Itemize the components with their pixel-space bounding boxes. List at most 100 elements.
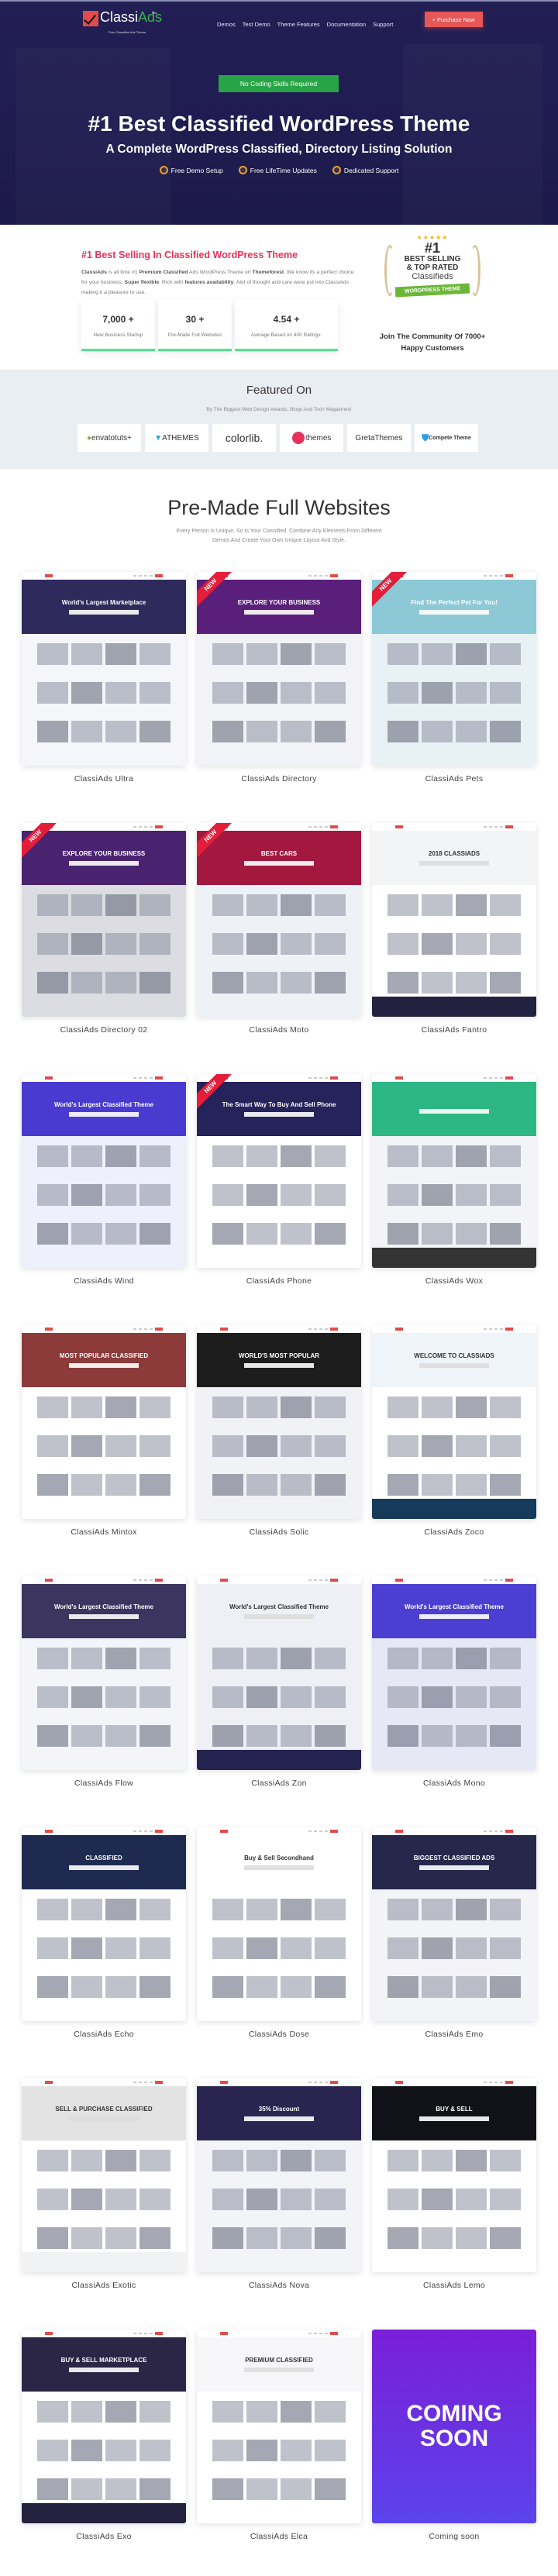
- preview-listing-thumb: [246, 1435, 277, 1457]
- preview-listing-thumb: [422, 682, 453, 704]
- demo-name[interactable]: ClassiAds Exotic: [22, 2281, 186, 2290]
- preview-hero: Find The Perfect Pet For You!: [372, 580, 536, 634]
- demo-name[interactable]: ClassiAds Phone: [197, 1276, 361, 1286]
- preview-listing-thumb: [490, 1976, 521, 1998]
- hero-background-decoration: [16, 48, 170, 226]
- demo-name[interactable]: ClassiAds Elca: [197, 2532, 361, 2541]
- demo-preview-card[interactable]: WORLD'S MOST POPULAR: [197, 1325, 361, 1519]
- demo-preview-card[interactable]: EXPLORE YOUR BUSINESS NEW: [197, 572, 361, 766]
- preview-listing-thumb: [37, 972, 68, 994]
- demo-name[interactable]: ClassiAds Mono: [372, 1779, 536, 1788]
- preview-footer: [372, 1248, 536, 1268]
- purchase-now-button[interactable]: ▪ Purchase Now: [425, 12, 483, 27]
- demo-preview-card[interactable]: COMING SOON: [372, 2330, 536, 2523]
- logo[interactable]: ClassiAds Pro Pure Classified Ads Theme: [83, 9, 162, 34]
- demo-name[interactable]: ClassiAds Lemo: [372, 2281, 536, 2290]
- demo-preview-card[interactable]: The Smart Way To Buy And Sell Phone NEW: [197, 1074, 361, 1268]
- preview-listing-thumb: [281, 2189, 312, 2210]
- demo-name[interactable]: ClassiAds Wind: [22, 1276, 186, 1286]
- text: is all time #1: [106, 270, 140, 275]
- demo-name[interactable]: ClassiAds Exo: [22, 2532, 186, 2541]
- preview-listing-thumb: [490, 1223, 521, 1245]
- preview-search-bar: [244, 2368, 314, 2372]
- demo-name[interactable]: ClassiAds Ultra: [22, 774, 186, 783]
- preview-listing-thumb: [315, 894, 346, 916]
- logo-envato-tuts[interactable]: ● envatotuts+: [78, 424, 141, 452]
- preview-listing-thumb: [315, 2189, 346, 2210]
- logo-athemes[interactable]: ▼ ATHEMES: [145, 424, 208, 452]
- preview-listing-thumb: [37, 933, 68, 955]
- demo-preview-card[interactable]: BUY & SELL: [372, 2078, 536, 2272]
- demo-preview-card[interactable]: BUY & SELL MARKETPLACE: [22, 2330, 186, 2523]
- demo-preview-card[interactable]: WELCOME TO CLASSIADS: [372, 1325, 536, 1519]
- demo-name[interactable]: ClassiAds Fantro: [372, 1025, 536, 1035]
- preview-listing-thumb: [281, 682, 312, 704]
- demo-preview-card[interactable]: 2018 CLASSIADS: [372, 823, 536, 1017]
- demo-name[interactable]: Coming soon: [372, 2532, 536, 2541]
- preview-listing-thumb: [456, 682, 487, 704]
- logo-colorlib[interactable]: colorlib.: [212, 424, 276, 452]
- preview-search-bar: [419, 610, 489, 615]
- text-bold: Super flexible: [124, 280, 160, 285]
- demo-item: EXPLORE YOUR BUSINESS NEW ClassiAds Dire…: [22, 823, 186, 1035]
- preview-listing-thumb: [212, 1686, 243, 1708]
- demo-name[interactable]: ClassiAds Wox: [372, 1276, 536, 1286]
- preview-body: [22, 634, 186, 766]
- demo-name[interactable]: ClassiAds Zon: [197, 1779, 361, 1788]
- demo-preview-card[interactable]: World's Largest Marketplace: [22, 572, 186, 766]
- demo-name[interactable]: ClassiAds Flow: [22, 1779, 186, 1788]
- demo-name[interactable]: ClassiAds Pets: [372, 774, 536, 783]
- text-bold: Themeforest: [252, 270, 284, 275]
- preview-hero-text: World's Largest Marketplace: [61, 599, 146, 606]
- demo-preview-card[interactable]: BEST CARS NEW: [197, 823, 361, 1017]
- nav-theme-features[interactable]: Theme Features: [277, 21, 320, 28]
- preview-listing-thumb: [490, 1145, 521, 1167]
- preview-listing-thumb: [388, 972, 418, 994]
- preview-listing-thumb: [456, 1396, 487, 1418]
- preview-listing-thumb: [105, 1435, 136, 1457]
- nav-test-demo[interactable]: Test Demo: [243, 21, 270, 28]
- preview-listing-thumb: [212, 894, 243, 916]
- demo-preview-card[interactable]: World's Largest Classified Theme: [22, 1576, 186, 1770]
- demo-item: 2018 CLASSIADS ClassiAds Fantro: [372, 823, 536, 1035]
- demo-preview-card[interactable]: [372, 1074, 536, 1268]
- demo-preview-card[interactable]: MOST POPULAR CLASSIFIED: [22, 1325, 186, 1519]
- preview-listing-thumb: [388, 2150, 418, 2171]
- logo-compete-theme[interactable]: ⛊ Compete Theme: [415, 424, 478, 452]
- demo-preview-card[interactable]: CLASSIFIED: [22, 1827, 186, 2021]
- demo-preview-card[interactable]: World's Largest Classified Theme: [197, 1576, 361, 1770]
- demo-name[interactable]: ClassiAds Emo: [372, 2030, 536, 2039]
- demo-preview-card[interactable]: BIGGEST CLASSIFIED ADS: [372, 1827, 536, 2021]
- logo-nk-themes[interactable]: themes: [280, 424, 343, 452]
- preview-listing-thumb: [71, 1474, 102, 1496]
- preview-listing-thumb: [422, 1474, 453, 1496]
- demo-preview-card[interactable]: World's Largest Classified Theme: [372, 1576, 536, 1770]
- demo-name[interactable]: ClassiAds Directory 02: [22, 1025, 186, 1035]
- demo-preview-card[interactable]: EXPLORE YOUR BUSINESS NEW: [22, 823, 186, 1017]
- feature-item: Dedicated Support: [332, 166, 398, 174]
- demo-name[interactable]: ClassiAds Moto: [197, 1025, 361, 1035]
- logo-greta-themes[interactable]: GretaThemes: [347, 424, 411, 452]
- preview-listing-thumb: [315, 972, 346, 994]
- preview-listing-thumb: [246, 2189, 277, 2210]
- demo-name[interactable]: ClassiAds Nova: [197, 2281, 361, 2290]
- logo-pro: Pro: [152, 11, 157, 15]
- demo-preview-card[interactable]: Buy & Sell Secondhand: [197, 1827, 361, 2021]
- nav-documentation[interactable]: Documentation: [327, 21, 366, 28]
- demo-name[interactable]: ClassiAds Solic: [197, 1527, 361, 1537]
- demo-name[interactable]: ClassiAds Directory: [197, 774, 361, 783]
- demo-name[interactable]: ClassiAds Mintox: [22, 1527, 186, 1537]
- preview-listing-thumb: [456, 894, 487, 916]
- demo-name[interactable]: ClassiAds Echo: [22, 2030, 186, 2039]
- demo-preview-card[interactable]: PREMIUM CLASSIFIED: [197, 2330, 361, 2523]
- nav-demos[interactable]: Demos: [217, 21, 236, 28]
- demo-preview-card[interactable]: SELL & PURCHASE CLASSIFIED: [22, 2078, 186, 2272]
- demo-name[interactable]: ClassiAds Dose: [197, 2030, 361, 2039]
- preview-listing-thumb: [281, 1474, 312, 1496]
- demo-preview-card[interactable]: Find The Perfect Pet For You! NEW: [372, 572, 536, 766]
- demo-name[interactable]: ClassiAds Zoco: [372, 1527, 536, 1537]
- demo-preview-card[interactable]: World's Largest Classified Theme: [22, 1074, 186, 1268]
- demo-preview-card[interactable]: 35% Discount: [197, 2078, 361, 2272]
- preview-listing-thumb: [315, 1648, 346, 1669]
- nav-support[interactable]: Support: [373, 21, 393, 28]
